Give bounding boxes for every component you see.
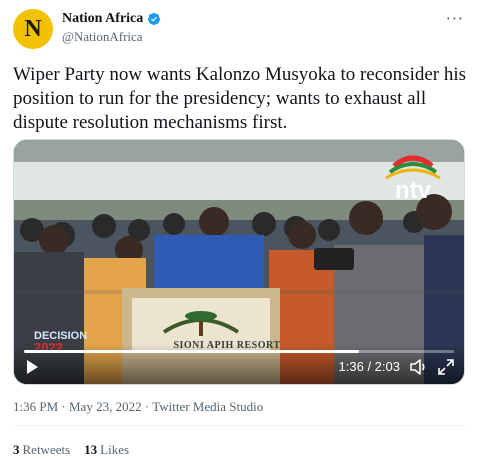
meta-separator: · [141, 399, 153, 414]
more-icon[interactable]: ··· [446, 9, 464, 28]
progress-bar[interactable] [24, 350, 454, 353]
display-name[interactable]: Nation Africa [62, 11, 143, 27]
likes-label: Likes [100, 442, 130, 457]
verified-badge-icon [148, 12, 161, 26]
play-icon[interactable] [24, 359, 40, 375]
tweet-stats: 3 Retweets 13 Likes [13, 442, 129, 458]
progress-fill [24, 350, 360, 353]
volume-icon[interactable] [410, 359, 428, 375]
tweet-time[interactable]: 1:36 PM [13, 399, 58, 414]
video-player[interactable]: ntv SIONI APIH RESORT DECISION 2022 1:36… [13, 139, 465, 385]
avatar-letter: N [24, 15, 42, 42]
retweets-count: 3 [13, 442, 20, 457]
divider [13, 425, 465, 426]
retweets-stat[interactable]: 3 Retweets [13, 442, 70, 458]
display-name-row: Nation Africa [62, 11, 161, 27]
author-names: Nation Africa @NationAfrica [62, 11, 161, 45]
tweet-header: N Nation Africa @NationAfrica ··· [13, 9, 468, 49]
video-time: 1:36 / 2:03 [338, 359, 400, 374]
meta-separator: · [58, 399, 69, 414]
tweet-source[interactable]: Twitter Media Studio [152, 399, 263, 414]
avatar[interactable]: N [13, 9, 53, 49]
tweet-text: Wiper Party now wants Kalonzo Musyoka to… [13, 64, 467, 133]
video-controls: 1:36 / 2:03 [14, 344, 464, 384]
channel-logo: ntv [385, 155, 441, 202]
tweet-date[interactable]: May 23, 2022 [69, 399, 142, 414]
handle[interactable]: @NationAfrica [62, 29, 161, 45]
tweet-meta: 1:36 PM · May 23, 2022 · Twitter Media S… [13, 399, 263, 415]
channel-logo-text: ntv [395, 177, 432, 202]
retweets-label: Retweets [22, 442, 71, 457]
fullscreen-icon[interactable] [438, 359, 454, 375]
likes-count: 13 [84, 442, 98, 457]
likes-stat[interactable]: 13 Likes [84, 442, 129, 458]
